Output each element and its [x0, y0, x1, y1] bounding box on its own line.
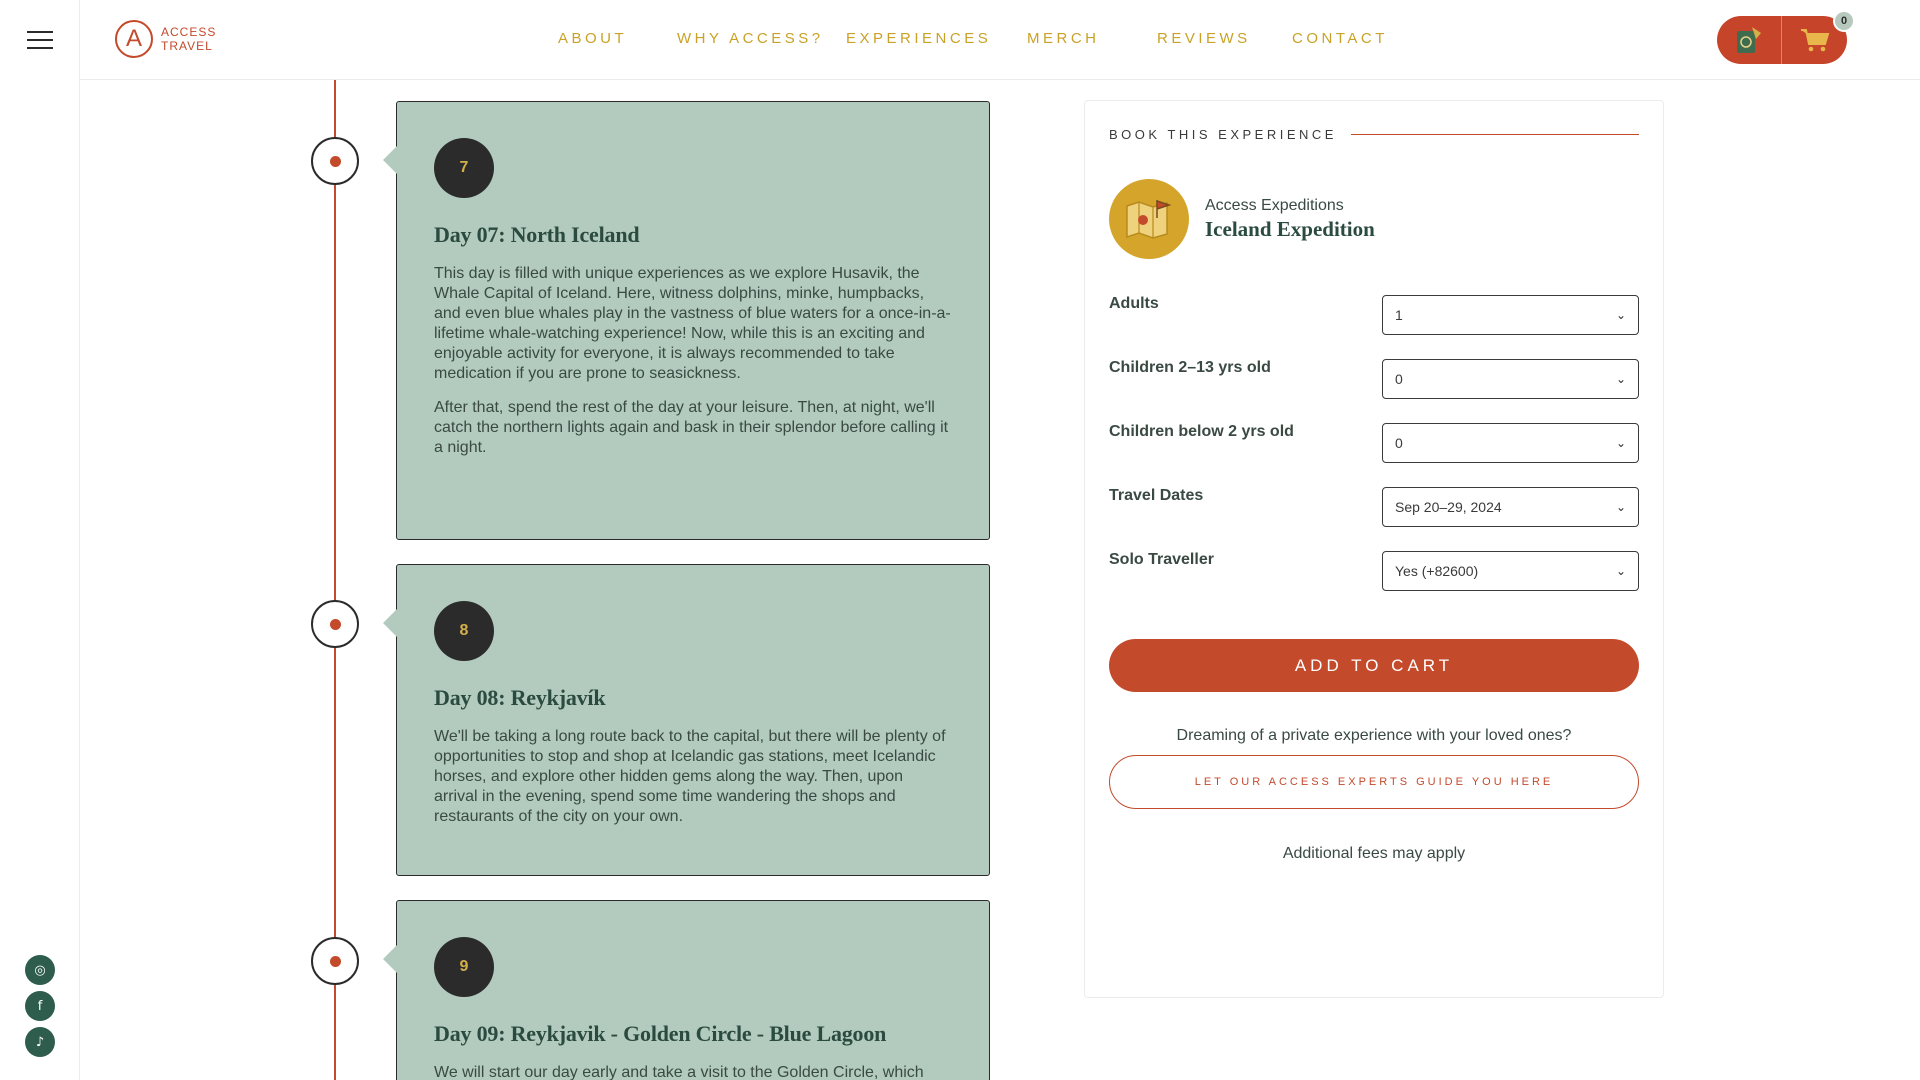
passport-button[interactable] — [1717, 16, 1782, 64]
option-label: Children below 2 yrs old — [1109, 423, 1294, 440]
left-rail: ◎ f ♪ — [0, 0, 80, 1080]
option-children-2-13: Children 2–13 yrs old 0 ⌄ — [1109, 359, 1639, 399]
booking-panel: BOOK THIS EXPERIENCE Access Expeditions … — [1084, 100, 1664, 998]
select-value: 1 — [1395, 307, 1403, 323]
chevron-down-icon: ⌄ — [1615, 500, 1626, 514]
header-actions: 0 — [1717, 10, 1855, 64]
option-label: Children 2–13 yrs old — [1109, 359, 1271, 376]
heading-divider — [1350, 134, 1639, 135]
chevron-down-icon: ⌄ — [1615, 564, 1626, 578]
day-title: Day 07: North Iceland — [434, 222, 640, 247]
chevron-down-icon: ⌄ — [1615, 436, 1626, 450]
option-label: Adults — [1109, 295, 1159, 312]
nav-experiences[interactable]: EXPERIENCES — [846, 30, 991, 47]
children-below-2-select[interactable]: 0 ⌄ — [1382, 423, 1639, 463]
timeline-node — [311, 937, 359, 985]
cart-icon — [1800, 29, 1829, 52]
day-number: 8 — [434, 601, 494, 661]
menu-icon[interactable] — [27, 31, 53, 49]
social-links: ◎ f ♪ — [25, 955, 55, 1063]
timeline-node — [311, 600, 359, 648]
experts-guide-button[interactable]: LET OUR ACCESS EXPERTS GUIDE YOU HERE — [1109, 755, 1639, 809]
main-nav: ABOUT WHY ACCESS? EXPERIENCES MERCH REVI… — [80, 0, 1920, 80]
passport-icon — [1737, 27, 1761, 53]
nav-merch[interactable]: MERCH — [1027, 30, 1100, 47]
select-value: Yes (+82600) — [1395, 563, 1479, 579]
option-label: Travel Dates — [1109, 487, 1204, 504]
adults-select[interactable]: 1 ⌄ — [1382, 295, 1639, 335]
fees-note: Additional fees may apply — [1282, 845, 1466, 862]
day-card: 9 Day 09: Reykjavik - Golden Circle - Bl… — [383, 900, 990, 1080]
chevron-down-icon: ⌄ — [1615, 308, 1626, 322]
day-paragraph: This day is filled with unique experienc… — [434, 265, 951, 382]
option-solo-traveller: Solo Traveller Yes (+82600) ⌄ — [1109, 551, 1639, 591]
nav-why-access[interactable]: WHY ACCESS? — [677, 30, 824, 47]
booking-heading-text: BOOK THIS EXPERIENCE — [1109, 127, 1337, 142]
product-brand: Access Expeditions — [1205, 196, 1344, 214]
option-children-below-2: Children below 2 yrs old 0 ⌄ — [1109, 423, 1639, 463]
day-number: 9 — [434, 937, 494, 997]
header: A ACCESS TRAVEL ABOUT WHY ACCESS? EXPERI… — [80, 0, 1920, 80]
day-paragraph: We'll be taking a long route back to the… — [434, 728, 946, 825]
product-text: Access Expeditions Iceland Expedition — [1205, 197, 1375, 242]
chevron-down-icon: ⌄ — [1615, 372, 1626, 386]
instagram-icon[interactable]: ◎ — [25, 955, 55, 985]
day-title: Day 09: Reykjavik - Golden Circle - Blue… — [434, 1021, 887, 1046]
cart-count-badge: 0 — [1833, 10, 1855, 32]
timeline-node — [311, 137, 359, 185]
day-title: Day 08: Reykjavík — [434, 685, 606, 710]
tiktok-icon[interactable]: ♪ — [25, 1027, 55, 1057]
product-summary: Access Expeditions Iceland Expedition — [1109, 179, 1375, 259]
product-name: Iceland Expedition — [1205, 216, 1375, 241]
day-card: 8 Day 08: Reykjavík We'll be taking a lo… — [383, 564, 990, 876]
nav-contact[interactable]: CONTACT — [1292, 30, 1388, 47]
select-value: Sep 20–29, 2024 — [1395, 499, 1502, 515]
option-adults: Adults 1 ⌄ — [1109, 295, 1639, 335]
children-2-13-select[interactable]: 0 ⌄ — [1382, 359, 1639, 399]
timeline-line — [334, 80, 336, 1080]
day-number: 7 — [434, 138, 494, 198]
select-value: 0 — [1395, 435, 1403, 451]
day-paragraph: After that, spend the rest of the day at… — [434, 399, 949, 456]
private-experience-text: Dreaming of a private experience with yo… — [1176, 727, 1572, 744]
select-value: 0 — [1395, 371, 1403, 387]
day-paragraph: We will start our day early and take a v… — [434, 1064, 924, 1080]
booking-heading: BOOK THIS EXPERIENCE — [1109, 127, 1639, 142]
nav-about[interactable]: ABOUT — [558, 30, 627, 47]
nav-reviews[interactable]: REVIEWS — [1157, 30, 1251, 47]
add-to-cart-button[interactable]: ADD TO CART — [1109, 639, 1639, 692]
day-card: 7 Day 07: North Iceland This day is fill… — [383, 101, 990, 540]
option-label: Solo Traveller — [1109, 551, 1214, 568]
option-travel-dates: Travel Dates Sep 20–29, 2024 ⌄ — [1109, 487, 1639, 527]
solo-traveller-select[interactable]: Yes (+82600) ⌄ — [1382, 551, 1639, 591]
travel-dates-select[interactable]: Sep 20–29, 2024 ⌄ — [1382, 487, 1639, 527]
facebook-icon[interactable]: f — [25, 991, 55, 1021]
map-icon — [1109, 179, 1189, 259]
